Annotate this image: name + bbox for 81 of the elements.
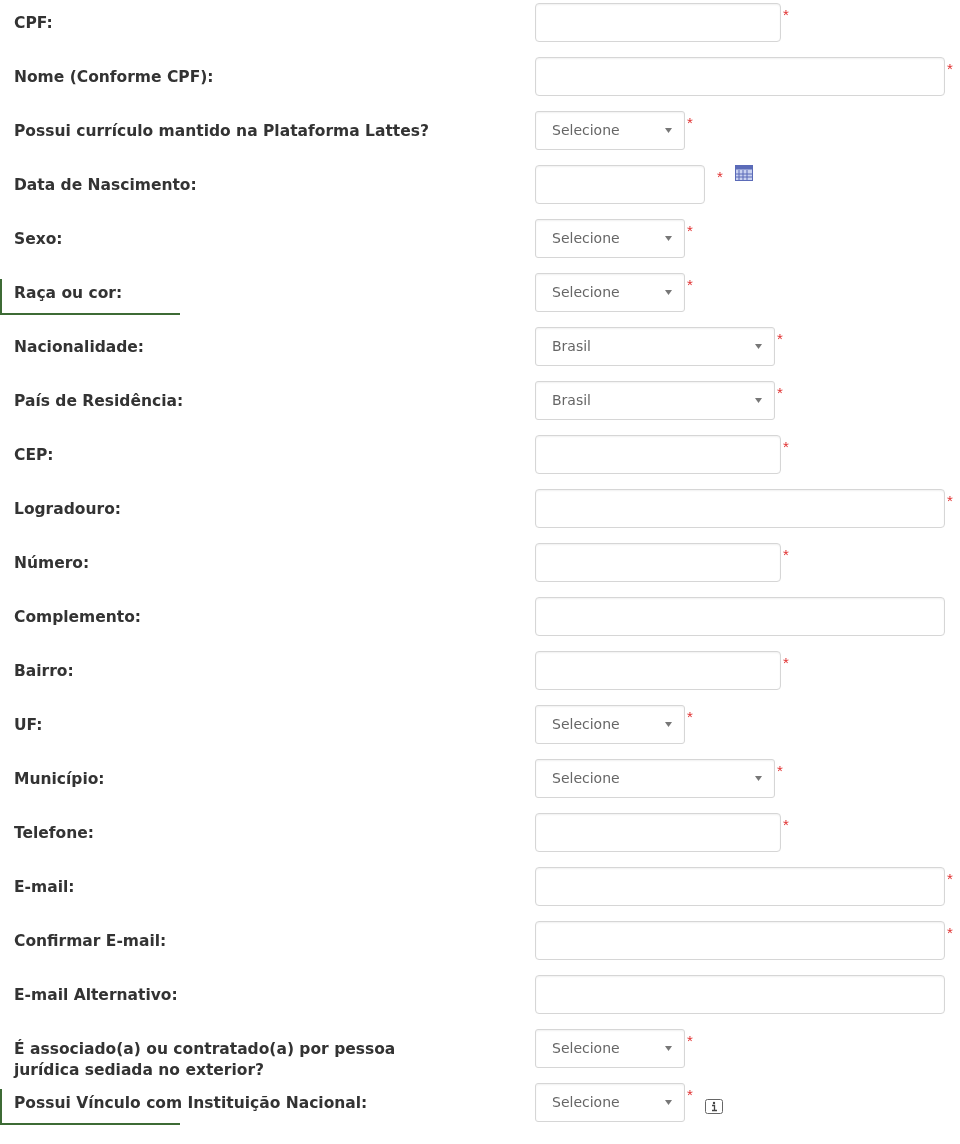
field-label: Complemento: [14, 607, 143, 628]
field-label: Município: [14, 769, 106, 790]
caret-icon [755, 344, 762, 349]
info-icon[interactable] [704, 1099, 723, 1114]
input-field[interactable] [535, 921, 945, 960]
field-label: Data de Nascimento: [14, 175, 198, 196]
required-mark: * [947, 61, 953, 76]
field-label: CEP: [14, 445, 55, 466]
select-field[interactable]: Selecione [535, 705, 685, 744]
field-label: Raça ou cor: [14, 283, 124, 304]
select-value: Brasil [552, 337, 591, 356]
select-field[interactable]: Selecione [535, 273, 685, 312]
caret-icon [665, 290, 672, 295]
required-mark: * [777, 763, 783, 778]
required-mark: * [687, 1033, 693, 1048]
input-field[interactable] [535, 57, 945, 96]
select-value: Selecione [552, 1039, 620, 1058]
select-field[interactable]: Selecione [535, 1083, 685, 1122]
field-label: Bairro: [14, 661, 75, 682]
select-value: Selecione [552, 715, 620, 734]
select-value: Selecione [552, 769, 620, 788]
caret-icon [665, 1046, 672, 1051]
field-label: Confirmar E-mail: [14, 931, 168, 952]
field-label: Sexo: [14, 229, 64, 250]
required-mark: * [783, 547, 789, 562]
field-label: Nacionalidade: [14, 337, 146, 358]
select-value: Brasil [552, 391, 591, 410]
field-label: CPF: [14, 13, 54, 34]
required-mark: * [687, 1087, 693, 1102]
required-mark: * [783, 655, 789, 670]
select-field[interactable]: Selecione [535, 759, 775, 798]
field-label: País de Residência: [14, 391, 185, 412]
field-label: Número: [14, 553, 91, 574]
required-mark: * [947, 925, 953, 940]
field-label: Logradouro: [14, 499, 122, 520]
select-value: Selecione [552, 229, 620, 248]
required-mark: * [687, 223, 693, 238]
required-mark: * [783, 439, 789, 454]
input-field[interactable] [535, 597, 945, 636]
required-mark: * [783, 7, 789, 22]
date-field[interactable] [535, 165, 705, 204]
caret-icon [755, 398, 762, 403]
field-label: Telefone: [14, 823, 95, 844]
field-label: E-mail Alternativo: [14, 985, 179, 1006]
input-field[interactable] [535, 813, 781, 852]
field-label: Possui currículo mantido na Plataforma Lattes? [14, 121, 430, 142]
required-mark: * [687, 709, 693, 724]
required-mark: * [687, 115, 693, 130]
select-value: Selecione [552, 283, 620, 302]
caret-icon [665, 1100, 672, 1105]
input-field[interactable] [535, 435, 781, 474]
select-field[interactable]: Selecione [535, 1029, 685, 1068]
field-label: Possui Vínculo com Instituição Nacional: [14, 1093, 369, 1114]
select-value: Selecione [552, 1093, 620, 1112]
required-mark: * [947, 493, 953, 508]
required-mark: * [777, 385, 783, 400]
required-mark: * [717, 169, 723, 184]
required-mark: * [777, 331, 783, 346]
caret-icon [665, 236, 672, 241]
input-field[interactable] [535, 867, 945, 906]
caret-icon [665, 128, 672, 133]
field-label: UF: [14, 715, 44, 736]
select-field[interactable]: Selecione [535, 111, 685, 150]
select-field[interactable]: Selecione [535, 219, 685, 258]
calendar-icon[interactable] [734, 165, 753, 181]
select-value: Selecione [552, 121, 620, 140]
field-label: Nome (Conforme CPF): [14, 67, 215, 88]
select-field[interactable]: Brasil [535, 381, 775, 420]
select-field[interactable]: Brasil [535, 327, 775, 366]
input-field[interactable] [535, 3, 781, 42]
input-field[interactable] [535, 543, 781, 582]
input-field[interactable] [535, 651, 781, 690]
field-label: É associado(a) ou contratado(a) por pessoa jurídica sediada no exterior? [14, 1038, 397, 1081]
caret-icon [665, 722, 672, 727]
required-mark: * [947, 871, 953, 886]
required-mark: * [783, 817, 789, 832]
input-field[interactable] [535, 975, 945, 1014]
input-field[interactable] [535, 489, 945, 528]
required-mark: * [687, 277, 693, 292]
caret-icon [755, 776, 762, 781]
field-label: E-mail: [14, 877, 76, 898]
